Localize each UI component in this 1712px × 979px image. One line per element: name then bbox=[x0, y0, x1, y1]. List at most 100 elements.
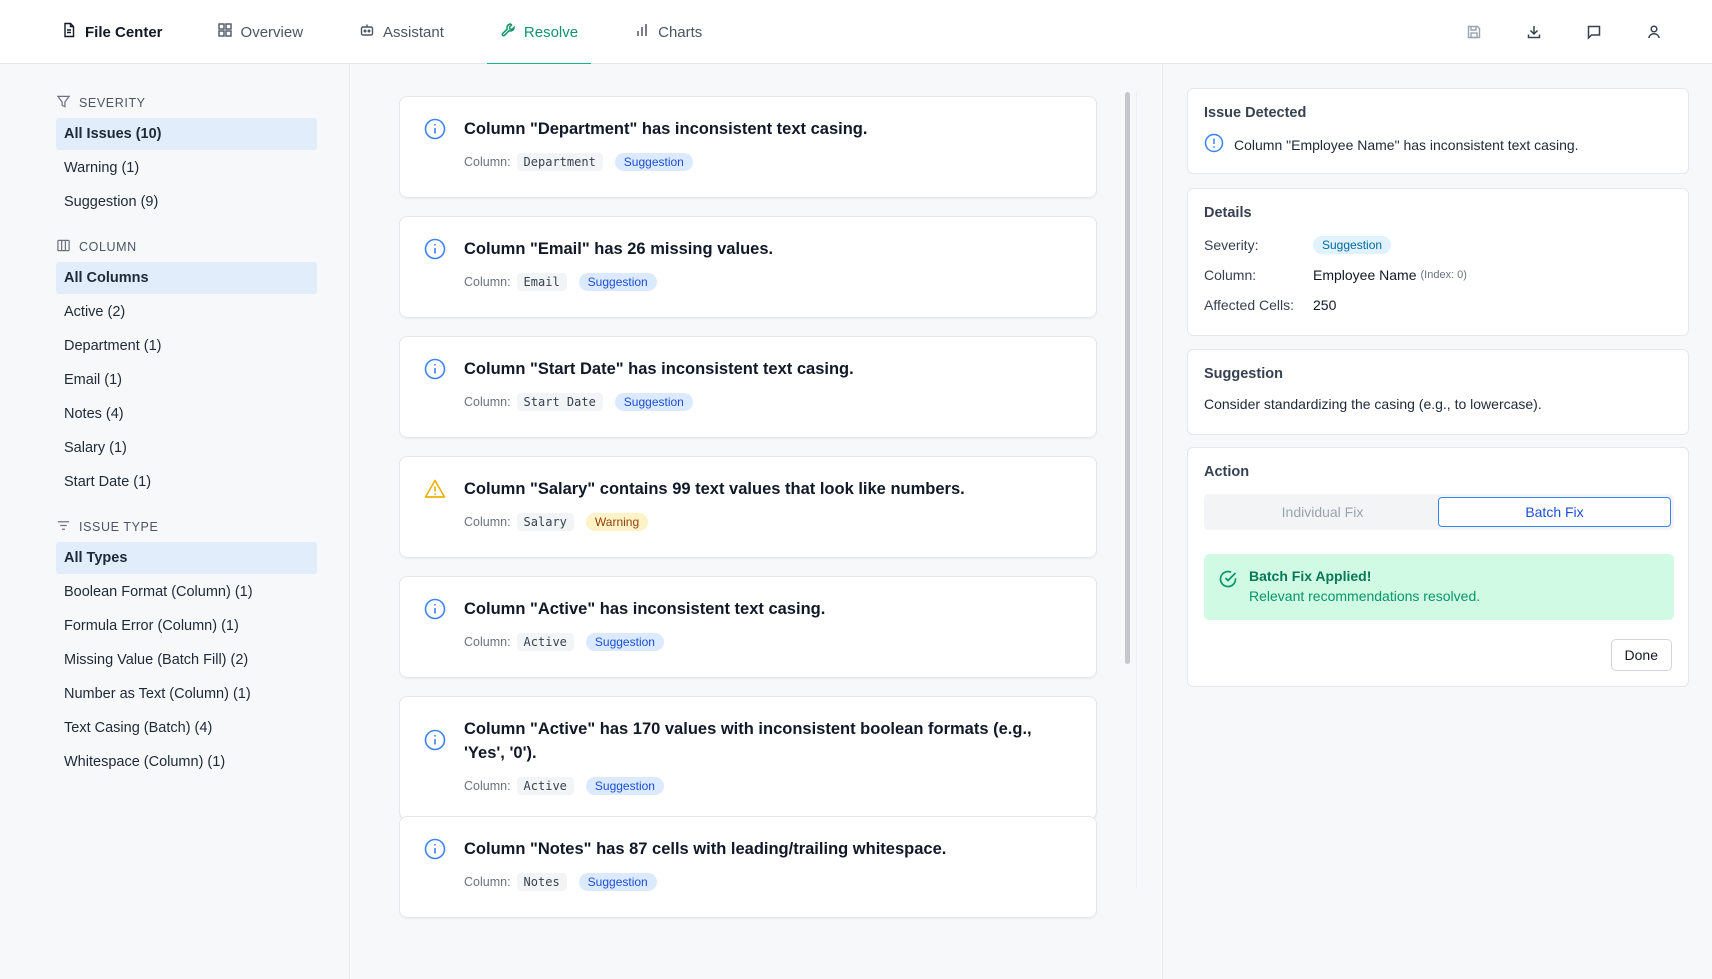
issue-list[interactable]: Column "Department" has inconsistent tex… bbox=[399, 96, 1099, 926]
issue-title: Column "Start Date" has inconsistent tex… bbox=[464, 360, 854, 378]
top-bar: File Center Overview Assistant Resolve C… bbox=[0, 0, 1712, 65]
individual-fix-button[interactable]: Individual Fix bbox=[1207, 497, 1438, 527]
issue-card[interactable]: Column "Notes" has 87 cells with leading… bbox=[399, 816, 1097, 918]
severity-section: SEVERITY All Issues (10) Warning (1) Sug… bbox=[56, 94, 317, 218]
column-chip: Active bbox=[516, 633, 574, 651]
filter-warning[interactable]: Warning (1) bbox=[56, 152, 317, 184]
issue-card[interactable]: Column "Email" has 26 missing values. Co… bbox=[399, 216, 1097, 318]
save-icon[interactable] bbox=[1464, 22, 1484, 42]
issue-card[interactable]: Column "Active" has 170 values with inco… bbox=[399, 696, 1097, 820]
done-button[interactable]: Done bbox=[1610, 639, 1672, 671]
issue-meta: Column: Active Suggestion bbox=[464, 633, 1072, 651]
filter-suggestion[interactable]: Suggestion (9) bbox=[56, 186, 317, 218]
filter-sidebar: SEVERITY All Issues (10) Warning (1) Sug… bbox=[0, 64, 350, 979]
info-icon bbox=[424, 238, 446, 260]
filter-type-missing-value[interactable]: Missing Value (Batch Fill) (2) bbox=[56, 644, 317, 676]
filter-type-boolean-format[interactable]: Boolean Format (Column) (1) bbox=[56, 576, 317, 608]
filter-all-columns[interactable]: All Columns bbox=[56, 262, 317, 294]
bar-chart-icon bbox=[634, 22, 650, 42]
severity-badge: Suggestion bbox=[1313, 236, 1392, 254]
alert-circle-icon bbox=[1204, 133, 1224, 156]
success-alert: Batch Fix Applied! Relevant recommendati… bbox=[1204, 554, 1674, 620]
filter-type-formula-error[interactable]: Formula Error (Column) (1) bbox=[56, 610, 317, 642]
file-icon bbox=[61, 22, 77, 42]
severity-badge: Suggestion bbox=[578, 273, 657, 291]
column-label: Column: bbox=[464, 515, 511, 529]
list-scrollbar[interactable] bbox=[1125, 92, 1130, 664]
filter-column-notes[interactable]: Notes (4) bbox=[56, 398, 317, 430]
info-icon bbox=[424, 729, 446, 751]
action-title: Action bbox=[1204, 464, 1250, 480]
column-label: Column: bbox=[464, 275, 511, 289]
column-index: (Index: 0) bbox=[1420, 269, 1467, 281]
download-icon[interactable] bbox=[1524, 22, 1544, 42]
filter-column-active[interactable]: Active (2) bbox=[56, 296, 317, 328]
severity-heading-label: SEVERITY bbox=[79, 96, 146, 110]
issue-card[interactable]: Column "Department" has inconsistent tex… bbox=[399, 96, 1097, 198]
filter-column-start-date[interactable]: Start Date (1) bbox=[56, 466, 317, 498]
issue-detected-title: Issue Detected bbox=[1204, 105, 1307, 121]
column-label: Column: bbox=[464, 779, 511, 793]
tab-label: Charts bbox=[658, 23, 703, 41]
column-chip: Department bbox=[516, 153, 603, 171]
issue-type-section: ISSUE TYPE All Types Boolean Format (Col… bbox=[56, 518, 317, 778]
issue-card[interactable]: Column "Active" has inconsistent text ca… bbox=[399, 576, 1097, 678]
issues-panel: Column "Department" has inconsistent tex… bbox=[351, 64, 1161, 979]
tab-label: Assistant bbox=[383, 23, 444, 41]
nav-file-center[interactable]: File Center bbox=[48, 0, 176, 64]
nav-brand-label: File Center bbox=[85, 23, 163, 41]
grid-icon bbox=[217, 22, 233, 42]
column-label: Column: bbox=[464, 635, 511, 649]
filter-type-number-as-text[interactable]: Number as Text (Column) (1) bbox=[56, 678, 317, 710]
filter-type-whitespace[interactable]: Whitespace (Column) (1) bbox=[56, 746, 317, 778]
detail-panel: Issue Detected Column "Employee Name" ha… bbox=[1162, 64, 1712, 979]
tab-overview[interactable]: Overview bbox=[204, 0, 317, 64]
tab-resolve[interactable]: Resolve bbox=[486, 0, 592, 65]
success-title: Batch Fix Applied! bbox=[1249, 568, 1372, 584]
severity-badge: Warning bbox=[585, 513, 649, 531]
affected-cells-label: Affected Cells: bbox=[1204, 297, 1295, 313]
filter-type-text-casing[interactable]: Text Casing (Batch) (4) bbox=[56, 712, 317, 744]
severity-heading: SEVERITY bbox=[56, 94, 317, 112]
column-chip: Email bbox=[516, 273, 567, 291]
issue-title: Column "Salary" contains 99 text values … bbox=[464, 480, 965, 498]
details-card: Details Severity: Suggestion Column: Emp… bbox=[1187, 188, 1689, 336]
issue-detected-card: Issue Detected Column "Employee Name" ha… bbox=[1187, 88, 1689, 174]
tab-assistant[interactable]: Assistant bbox=[346, 0, 457, 64]
user-icon[interactable] bbox=[1644, 22, 1664, 42]
issue-title: Column "Active" has 170 values with inco… bbox=[464, 720, 1032, 762]
suggestion-title: Suggestion bbox=[1204, 366, 1283, 382]
issue-meta: Column: Salary Warning bbox=[464, 513, 1072, 531]
tab-label: Overview bbox=[240, 23, 304, 41]
tab-charts[interactable]: Charts bbox=[621, 0, 715, 64]
info-icon bbox=[424, 598, 446, 620]
issue-card[interactable]: Column "Salary" contains 99 text values … bbox=[399, 456, 1097, 558]
issue-detected-text: Column "Employee Name" has inconsistent … bbox=[1234, 136, 1579, 153]
severity-badge: Suggestion bbox=[578, 873, 657, 891]
top-actions bbox=[1464, 0, 1664, 64]
success-text: Relevant recommendations resolved. bbox=[1249, 588, 1481, 604]
column-heading-label: COLUMN bbox=[79, 240, 137, 254]
filter-column-email[interactable]: Email (1) bbox=[56, 364, 317, 396]
main-nav: File Center Overview Assistant Resolve C… bbox=[48, 0, 745, 65]
column-chip: Notes bbox=[516, 873, 567, 891]
list-divider bbox=[1136, 92, 1137, 888]
action-card: Action Individual Fix Batch Fix Batch Fi… bbox=[1187, 447, 1689, 687]
tab-label: Resolve bbox=[523, 23, 579, 41]
details-title: Details bbox=[1204, 205, 1252, 221]
batch-fix-button[interactable]: Batch Fix bbox=[1438, 497, 1671, 527]
issue-type-heading-label: ISSUE TYPE bbox=[79, 520, 159, 534]
message-icon[interactable] bbox=[1584, 22, 1604, 42]
column-value: Employee Name bbox=[1313, 267, 1417, 283]
filter-column-salary[interactable]: Salary (1) bbox=[56, 432, 317, 464]
issue-title: Column "Notes" has 87 cells with leading… bbox=[464, 840, 947, 858]
issue-title: Column "Department" has inconsistent tex… bbox=[464, 120, 868, 138]
filter-all-types[interactable]: All Types bbox=[56, 542, 317, 574]
column-heading: COLUMN bbox=[56, 238, 317, 256]
issue-card[interactable]: Column "Start Date" has inconsistent tex… bbox=[399, 336, 1097, 438]
filter-all-issues[interactable]: All Issues (10) bbox=[56, 118, 317, 150]
column-label: Column: bbox=[464, 395, 511, 409]
info-icon bbox=[424, 118, 446, 140]
filter-column-department[interactable]: Department (1) bbox=[56, 330, 317, 362]
columns-icon bbox=[56, 238, 71, 256]
